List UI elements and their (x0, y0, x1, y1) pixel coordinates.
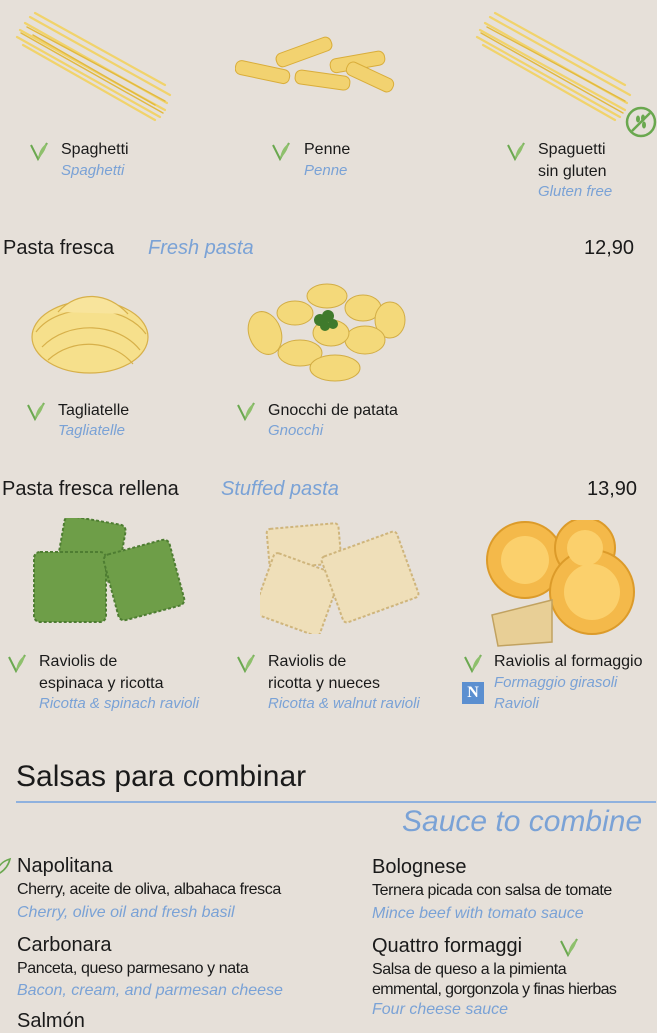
sauce-desc-en: Four cheese sauce (372, 1001, 509, 1018)
n-badge-icon: N (462, 682, 484, 704)
penne-image (235, 36, 395, 93)
sauce-desc-en: Cherry, olive oil and fresh basil (17, 904, 235, 921)
sauces-divider (16, 801, 656, 803)
sauce-desc-en: Bacon, cream, and parmesan cheese (17, 982, 283, 999)
item-name-line2: sin gluten (538, 163, 607, 180)
walnut-ravioli-image (260, 522, 420, 634)
leaf-v-icon (462, 652, 484, 674)
item-name-line1: Raviolis de (268, 653, 347, 670)
spaghetti-image (15, 11, 172, 122)
item-name-en: Gnocchi (268, 422, 324, 439)
wheat-crossed-icon (625, 106, 657, 138)
sauce-name: Napolitana (17, 855, 113, 877)
leaf-v-icon (270, 140, 292, 162)
leaf-v-icon (235, 652, 257, 674)
item-name-en: Spaghetti (61, 162, 125, 179)
section-title: Pasta fresca (3, 237, 115, 259)
section-title-en: Stuffed pasta (221, 478, 339, 500)
item-name-en: Gluten free (538, 183, 613, 200)
item-name: Tagliatelle (58, 402, 130, 419)
sauce-name: Carbonara (17, 934, 112, 956)
gluten-free-spaghetti-image (475, 11, 632, 122)
sauce-desc: Panceta, queso parmesano y nata (17, 960, 249, 977)
section-title: Pasta fresca rellena (2, 478, 179, 500)
item-name-line2: espinaca y ricotta (39, 675, 164, 692)
leaf-icon (0, 857, 12, 877)
sauce-name: Quattro formaggi (372, 935, 523, 957)
item-name: Gnocchi de patata (268, 402, 398, 419)
item-name-line2: ricotta y nueces (268, 675, 381, 692)
gnocchi-image (247, 283, 406, 382)
leaf-v-icon (28, 140, 50, 162)
sauce-desc: Ternera picada con salsa de tomate (372, 882, 612, 899)
leaf-v-icon (505, 140, 527, 162)
sauce-name: Salmón (17, 1010, 85, 1032)
item-name-en: Tagliatelle (58, 422, 125, 439)
section-price: 12,90 (584, 237, 635, 259)
sauce-desc-en: Mince beef with tomato sauce (372, 905, 584, 922)
sauce-desc-line2: emmental, gorgonzola y finas hierbas (372, 981, 617, 998)
section-price: 13,90 (587, 478, 638, 500)
sauce-desc: Cherry, aceite de oliva, albahaca fresca (17, 881, 281, 898)
item-name-line1: Raviolis de (39, 653, 118, 670)
item-name-en-line2: Ravioli (494, 695, 540, 712)
item-name: Penne (304, 141, 351, 158)
leaf-v-icon (6, 652, 28, 674)
section-title-en: Fresh pasta (148, 237, 254, 259)
formaggio-ravioli-image (486, 520, 635, 647)
item-name: Raviolis al formaggio (494, 653, 643, 670)
item-name-en: Ricotta & walnut ravioli (268, 695, 420, 712)
tagliatelle-image (31, 295, 149, 374)
leaf-v-icon (25, 400, 47, 422)
item-name-line1: Spaguetti (538, 141, 606, 158)
spinach-ravioli-image (33, 518, 186, 623)
sauce-name: Bolognese (372, 856, 467, 878)
sauces-title: Salsas para combinar (16, 760, 307, 793)
leaf-v-icon (558, 936, 580, 958)
item-name-en: Penne (304, 162, 348, 179)
leaf-v-icon (235, 400, 257, 422)
sauces-title-en: Sauce to combine (402, 805, 643, 838)
item-name: Spaghetti (61, 141, 129, 158)
item-name-en-line1: Formaggio girasoli (494, 674, 618, 691)
item-name-en: Ricotta & spinach ravioli (39, 695, 200, 712)
sauce-desc-line1: Salsa de queso a la pimienta (372, 961, 567, 978)
